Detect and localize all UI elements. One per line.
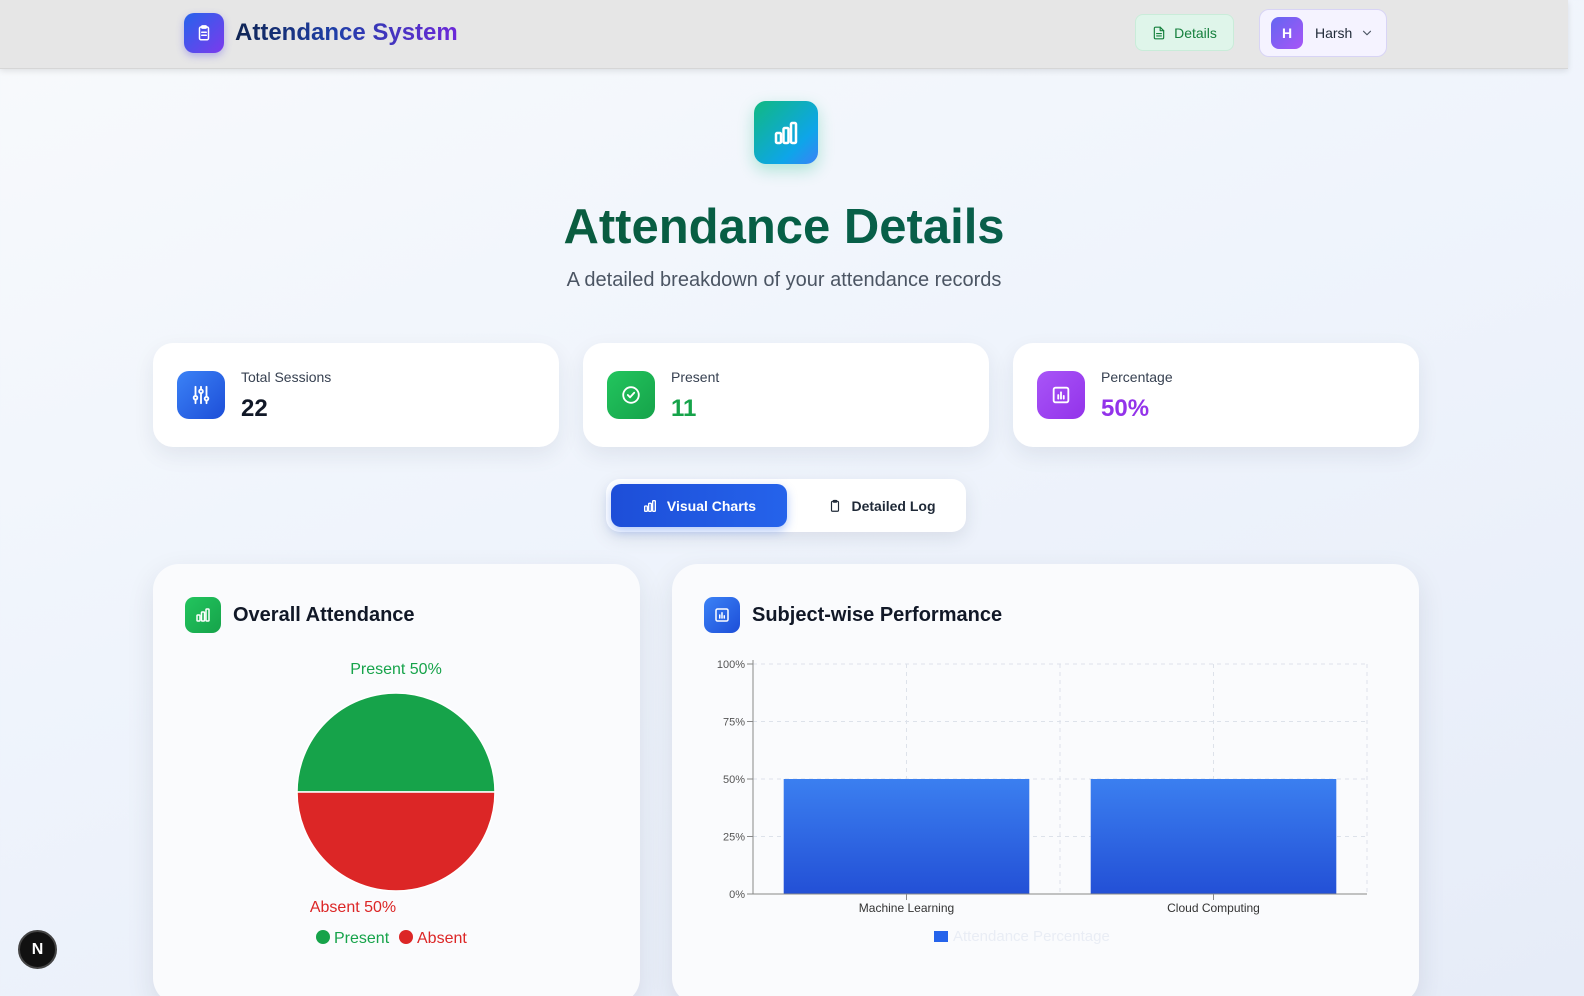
- bar-cloud-computing[interactable]: [1090, 779, 1337, 894]
- y-tick-label: 100%: [717, 659, 745, 671]
- clipboard-logo-icon: [184, 13, 224, 53]
- brand[interactable]: Attendance System: [184, 13, 458, 53]
- pie-label-absent: Absent 50%: [310, 899, 396, 916]
- stat-value: 11: [671, 395, 697, 422]
- app-title: Attendance System: [235, 19, 458, 46]
- tab-label: Visual Charts: [666, 497, 757, 514]
- bar-chart-hero-icon: [754, 101, 818, 164]
- panel-title: Overall Attendance: [233, 603, 415, 626]
- details-label: Details: [1174, 24, 1217, 41]
- pie-label-present: Present 50%: [350, 661, 442, 678]
- bar-chart-icon: [643, 499, 656, 512]
- stat-card-percentage: Percentage 50%: [1013, 343, 1419, 447]
- document-icon: [1153, 26, 1165, 39]
- legend-present-label: Present: [334, 930, 390, 947]
- view-tabs: Visual Charts Detailed Log: [606, 479, 966, 532]
- legend-present-dot: [316, 930, 330, 944]
- page-subtitle: A detailed breakdown of your attendance …: [566, 269, 1002, 291]
- user-menu-button[interactable]: H Harsh: [1259, 9, 1387, 57]
- stat-label: Present: [671, 369, 720, 385]
- report-chart-icon: [704, 597, 740, 633]
- y-tick-label: 50%: [723, 774, 745, 786]
- clipboard-icon: [831, 499, 840, 512]
- subject-performance-bar-chart: 0% 25% 50% 75% 100% Machine Learning Cloud Com…: [717, 659, 1368, 945]
- legend-absent-label: Absent: [417, 930, 467, 947]
- stat-value: 22: [241, 395, 268, 422]
- pie-slice-absent[interactable]: [296, 791, 496, 892]
- overall-attendance-pie-chart: Present 50% Absent 50% Present Absent: [296, 661, 496, 947]
- page-title: Attendance Details: [0, 199, 1568, 255]
- tab-label: Detailed Log: [851, 497, 936, 514]
- stat-value: 50%: [1101, 395, 1150, 422]
- legend-swatch: [934, 931, 948, 942]
- y-tick-label: 25%: [723, 832, 745, 844]
- stat-card-total-sessions: Total Sessions 22: [153, 343, 559, 447]
- user-name: Harsh: [1315, 25, 1353, 41]
- bar-chart-icon: [185, 597, 221, 633]
- x-tick-label: Cloud Computing: [1167, 901, 1260, 915]
- x-tick-label: Machine Learning: [859, 901, 954, 915]
- legend-absent-dot: [399, 930, 413, 944]
- pie-slice-present[interactable]: [296, 692, 496, 793]
- dev-tools-badge[interactable]: N: [18, 930, 57, 969]
- tab-visual-charts[interactable]: Visual Charts: [611, 484, 787, 527]
- avatar: H: [1271, 17, 1303, 49]
- details-button[interactable]: Details: [1135, 14, 1234, 51]
- top-navbar: Attendance System Details H Harsh: [0, 0, 1568, 69]
- bar-machine-learning[interactable]: [783, 779, 1030, 894]
- y-tick-label: 0%: [729, 889, 745, 901]
- report-chart-icon: [1037, 371, 1085, 419]
- tab-detailed-log[interactable]: Detailed Log: [802, 484, 962, 527]
- legend-label: Attendance Percentage: [953, 928, 1110, 945]
- stat-card-present: Present 11: [583, 343, 989, 447]
- overall-attendance-panel: Overall Attendance Present 50% Absent 50…: [153, 564, 640, 996]
- panel-title: Subject-wise Performance: [752, 603, 1003, 626]
- chevron-down-icon: [1363, 30, 1372, 36]
- stat-label: Percentage: [1101, 369, 1173, 385]
- y-tick-label: 75%: [723, 717, 745, 729]
- subject-performance-panel: Subject-wise Performance 0% 25% 50% 75% 100%…: [672, 564, 1419, 996]
- sliders-icon: [177, 371, 225, 419]
- check-circle-icon: [607, 371, 655, 419]
- stat-label: Total Sessions: [241, 369, 332, 385]
